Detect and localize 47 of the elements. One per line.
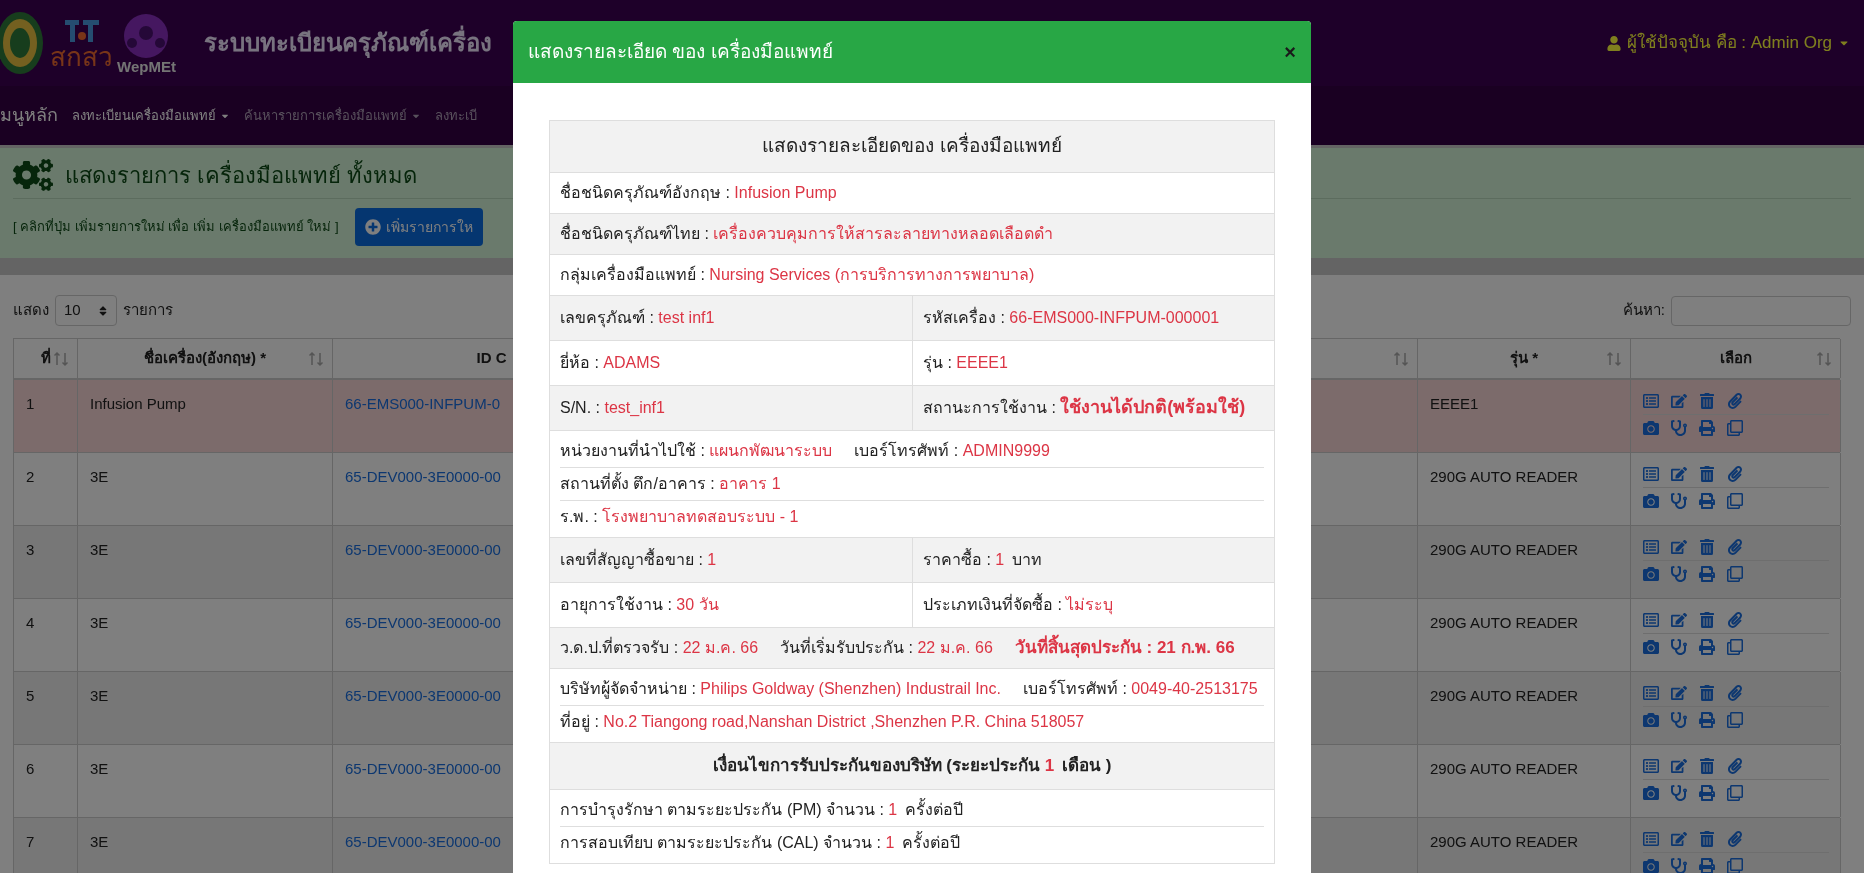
table-cell: 290G AUTO READER — [1430, 833, 1579, 850]
logo-text: สกสว — [50, 44, 113, 70]
detail-field: กลุ่มเครื่องมือแพทย์ : Nursing Services (การบริการทางการพยาบาล) — [560, 265, 1035, 285]
table-cell: 290G AUTO READER — [1430, 687, 1579, 704]
panel-hint: [ คลิกที่ปุ่ม เพิ่มรายการใหม่ เพื่อ เพิ่ม เครื่องมือแพทย์ ใหม่ ] — [13, 217, 339, 237]
table-cell: 290G AUTO READER — [1430, 760, 1579, 777]
panel-title: แสดงรายการ เครื่องมือแพทย์ ทั้งหมด — [65, 159, 418, 190]
search-label: ค้นหา: — [1622, 300, 1665, 321]
table-cell: Infusion Pump — [90, 395, 186, 412]
detail-field: การบำรุงรักษา ตามระยะประกัน (PM) จำนวน : 1 ครั้งต่อปี — [560, 800, 964, 820]
table-cell: 3E — [90, 760, 109, 777]
table-cell: EEEE1 — [1430, 395, 1479, 412]
detail-field: สถานที่ตั้ง ตึก/อาคาร : อาคาร 1 — [560, 474, 781, 494]
table-cell: 7 — [26, 833, 35, 850]
detail-field: ชื่อชนิดครุภัณฑ์ไทย : เครื่องควบคุมการให้สารละลายทางหลอดเลือดดำ — [560, 224, 1054, 244]
unit-label: รายการ — [123, 300, 173, 321]
detail-field: อายุการใช้งาน : 30 วัน — [560, 596, 719, 613]
table-cell: 1 — [26, 395, 35, 412]
detail-field: เลขครุภัณฑ์ : test inf1 — [560, 309, 715, 326]
table-cell: 4 — [26, 614, 35, 631]
table-cell: 3E — [90, 541, 109, 558]
detail-field: รหัสเครื่อง : 66-EMS000-INFPUM-000001 — [923, 309, 1220, 326]
table-cell: 3E — [90, 614, 109, 631]
table-cell: 290G AUTO READER — [1430, 541, 1579, 558]
logo-text: WepMEt — [117, 58, 176, 74]
show-label: แสดง — [13, 300, 49, 321]
detail-field: ที่อยู่ : No.2 Tiangong road,Nanshan District ,Shenzhen P.R. China 518057 — [560, 712, 1085, 732]
table-cell: 290G AUTO READER — [1430, 468, 1579, 485]
table-cell: 2 — [26, 468, 35, 485]
table-cell: 3 — [26, 541, 35, 558]
detail-field: รุ่น : EEEE1 — [923, 354, 1008, 371]
detail-field: วันที่เริ่มรับประกัน : 22 ม.ค. 66 — [780, 638, 993, 658]
detail-field: ว.ด.ป.ที่ตรวจรับ : 22 ม.ค. 66 — [560, 638, 759, 658]
detail-heading: แสดงรายละเอียดของ เครื่องมือแพทย์ — [762, 132, 1062, 161]
table-cell: 290G AUTO READER — [1430, 614, 1579, 631]
detail-field: ร.พ. : โรงพยาบาลทดสอบระบบ - 1 — [560, 507, 799, 527]
table-cell: 6 — [26, 760, 35, 777]
table-cell: 5 — [26, 687, 35, 704]
detail-field: เบอร์โทรศัพท์ : 0049-40-2513175 — [1022, 679, 1258, 699]
table-cell: 3E — [90, 833, 109, 850]
table-cell: 3E — [90, 687, 109, 704]
modal-title: แสดงรายละเอียด ของ เครื่องมือแพทย์ — [528, 37, 833, 64]
table-cell: 3E — [90, 468, 109, 485]
detail-field: ชื่อชนิดครุภัณฑ์อังกฤษ : Infusion Pump — [560, 183, 837, 203]
detail-field: บริษัทผู้จัดจำหน่าย : Philips Goldway (Shenzhen) Industrail Inc. — [560, 679, 1001, 699]
detail-field: การสอบเทียบ ตามระยะประกัน (CAL) จำนวน : 1 ครั้งต่อปี — [560, 833, 961, 853]
detail-field: S/N. : test_inf1 — [560, 399, 665, 416]
